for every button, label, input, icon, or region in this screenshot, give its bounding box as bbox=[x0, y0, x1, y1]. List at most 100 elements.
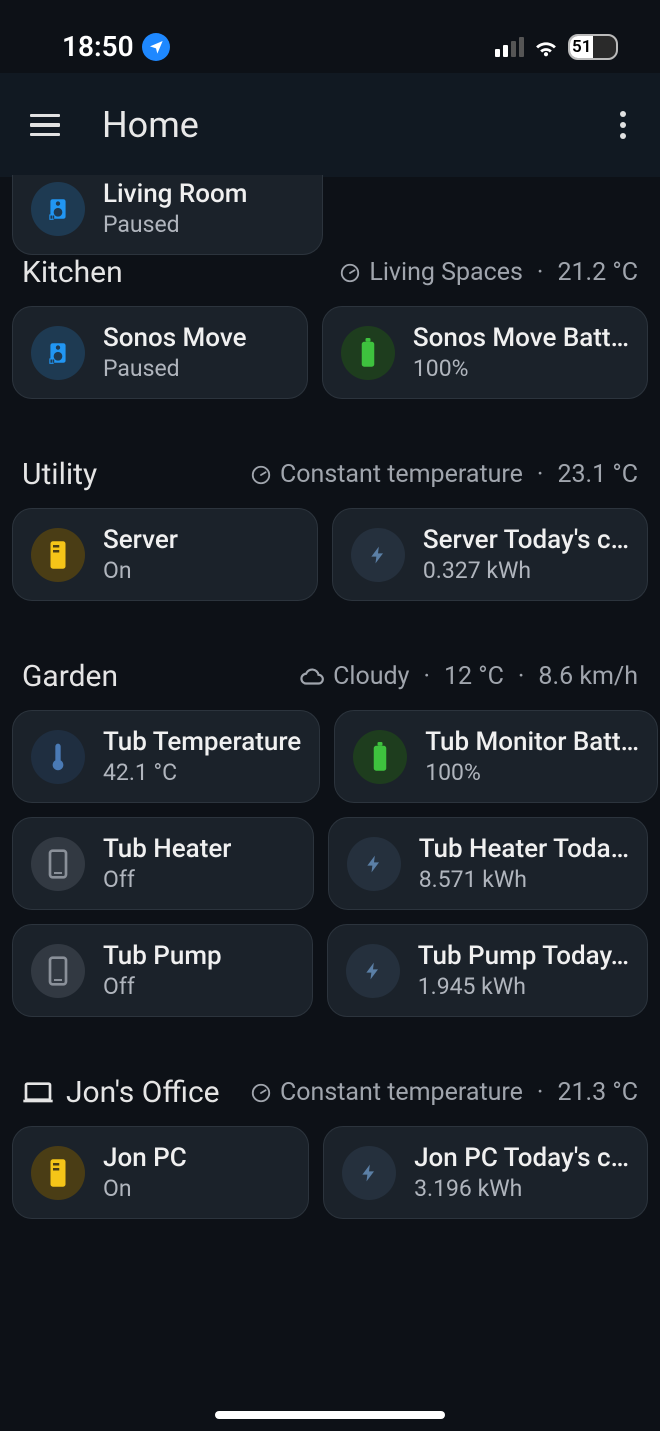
section-meta[interactable]: Constant temperature 23.1 °C bbox=[250, 460, 638, 489]
card-subtitle: 3.196 kWh bbox=[414, 1175, 629, 1202]
card-row: ServerOnServer Today's c…0.327 kWh bbox=[12, 508, 648, 601]
speaker-icon bbox=[31, 182, 85, 236]
card-title: Tub Monitor Batt… bbox=[425, 727, 639, 757]
card-row: Jon PCOnJon PC Today's c…3.196 kWh bbox=[12, 1126, 648, 1219]
card-subtitle: 0.327 kWh bbox=[423, 557, 629, 584]
entity-card[interactable]: Tub PumpOff bbox=[12, 924, 313, 1017]
section-meta-value: 21.2 °C bbox=[557, 258, 638, 287]
battery-indicator: 51 bbox=[568, 34, 618, 60]
section-title[interactable]: Jon's Office bbox=[22, 1075, 220, 1110]
lightning-icon bbox=[347, 837, 401, 891]
card-subtitle: Paused bbox=[103, 211, 247, 238]
section-meta-text: Constant temperature bbox=[280, 460, 523, 489]
cloud-icon bbox=[299, 667, 325, 687]
entity-card[interactable]: Sonos Move Batt…100% bbox=[322, 306, 648, 399]
card-subtitle: Off bbox=[103, 973, 222, 1000]
entity-card[interactable]: ServerOn bbox=[12, 508, 318, 601]
section-meta-text: Living Spaces bbox=[369, 258, 523, 287]
card-title: Tub Heater Toda… bbox=[419, 834, 629, 864]
section-jons-office: Jon's OfficeConstant temperature21.3 °CJ… bbox=[12, 1075, 648, 1219]
card-subtitle: 1.945 kWh bbox=[418, 973, 629, 1000]
location-icon bbox=[142, 33, 170, 61]
battery-icon bbox=[341, 326, 395, 380]
section-meta[interactable]: Cloudy12 °C8.6 km/h bbox=[299, 662, 638, 691]
entity-card[interactable]: Tub Heater Toda…8.571 kWh bbox=[328, 817, 648, 910]
section-garden: Garden Cloudy12 °C8.6 km/h Tub Temperature… bbox=[12, 659, 648, 1017]
server-icon bbox=[31, 1146, 85, 1200]
lightning-icon bbox=[342, 1146, 396, 1200]
card-title: Tub Pump Today… bbox=[418, 941, 629, 971]
card-title: Sonos Move bbox=[103, 323, 247, 353]
gauge-icon bbox=[339, 262, 361, 284]
entity-card[interactable]: Jon PC Today's c…3.196 kWh bbox=[323, 1126, 648, 1219]
card-title: Server bbox=[103, 525, 178, 555]
card-title: Jon PC bbox=[103, 1143, 187, 1173]
section-header: Utility Constant temperature 23.1 °C bbox=[12, 457, 648, 508]
speaker-icon bbox=[31, 326, 85, 380]
laptop-icon bbox=[22, 1081, 54, 1105]
entity-card[interactable]: Tub Pump Today…1.945 kWh bbox=[327, 924, 648, 1017]
page-title: Home bbox=[102, 104, 199, 146]
section-title[interactable]: Garden bbox=[22, 659, 118, 694]
section-meta[interactable]: Constant temperature 21.3 °C bbox=[250, 1078, 638, 1107]
section-meta[interactable]: Living Spaces 21.2 °C bbox=[339, 258, 638, 287]
content-area: Living Room Paused Kitchen Living Spaces 2… bbox=[0, 175, 660, 1245]
card-subtitle: On bbox=[103, 557, 178, 584]
device-icon bbox=[31, 837, 85, 891]
wifi-icon bbox=[532, 36, 560, 58]
card-title: Server Today's c… bbox=[423, 525, 629, 555]
section-meta-value: 21.3 °C bbox=[557, 1078, 638, 1107]
battery-icon bbox=[353, 730, 407, 784]
card-subtitle: On bbox=[103, 1175, 187, 1202]
card-subtitle: 42.1 °C bbox=[103, 759, 301, 786]
section-header: Kitchen Living Spaces 21.2 °C bbox=[12, 255, 648, 306]
card-row: Tub HeaterOffTub Heater Toda…8.571 kWh bbox=[12, 817, 648, 910]
entity-card[interactable]: Tub Monitor Batt…100% bbox=[334, 710, 658, 803]
card-title: Tub Pump bbox=[103, 941, 222, 971]
cellular-icon bbox=[495, 37, 524, 57]
section-header: Garden Cloudy12 °C8.6 km/h bbox=[12, 659, 648, 710]
entity-card[interactable]: Jon PCOn bbox=[12, 1126, 309, 1219]
card-row: Sonos MovePausedSonos Move Batt…100% bbox=[12, 306, 648, 399]
gauge-icon bbox=[250, 1082, 272, 1104]
server-icon bbox=[31, 528, 85, 582]
card-title: Living Room bbox=[103, 179, 247, 209]
section-title[interactable]: Kitchen bbox=[22, 255, 123, 290]
lightning-icon bbox=[351, 528, 405, 582]
card-title: Tub Heater bbox=[103, 834, 231, 864]
device-icon bbox=[31, 944, 85, 998]
section-title-text: Kitchen bbox=[22, 255, 123, 290]
home-indicator[interactable] bbox=[215, 1411, 445, 1419]
gauge-icon bbox=[250, 464, 272, 486]
section-meta-text: Cloudy bbox=[333, 662, 409, 691]
section-utility: Utility Constant temperature 23.1 °C Server… bbox=[12, 457, 648, 601]
thermometer-icon bbox=[31, 730, 85, 784]
entity-card-living-room[interactable]: Living Room Paused bbox=[12, 175, 323, 255]
section-title-text: Jon's Office bbox=[66, 1075, 220, 1110]
section-meta-value: 23.1 °C bbox=[557, 460, 638, 489]
entity-card[interactable]: Sonos MovePaused bbox=[12, 306, 308, 399]
status-time: 18:50 bbox=[62, 30, 134, 63]
section-title-text: Garden bbox=[22, 659, 118, 694]
section-meta-extra: 8.6 km/h bbox=[538, 662, 638, 691]
card-row: Tub Temperature42.1 °CTub Monitor Batt…1… bbox=[12, 710, 648, 803]
section-title[interactable]: Utility bbox=[22, 457, 97, 492]
lightning-icon bbox=[346, 944, 400, 998]
card-title: Tub Temperature bbox=[103, 727, 301, 757]
card-subtitle: Off bbox=[103, 866, 231, 893]
card-row: Tub PumpOffTub Pump Today…1.945 kWh bbox=[12, 924, 648, 1017]
app-header: Home bbox=[0, 73, 660, 177]
section-meta-text: Constant temperature bbox=[280, 1078, 523, 1107]
card-title: Sonos Move Batt… bbox=[413, 323, 629, 353]
card-subtitle: 100% bbox=[413, 355, 629, 382]
more-options-button[interactable] bbox=[612, 103, 634, 147]
menu-button[interactable] bbox=[30, 114, 60, 137]
entity-card[interactable]: Tub Temperature42.1 °C bbox=[12, 710, 320, 803]
section-kitchen: Kitchen Living Spaces 21.2 °C Sonos MovePau… bbox=[12, 255, 648, 399]
entity-card[interactable]: Tub HeaterOff bbox=[12, 817, 314, 910]
card-subtitle: Paused bbox=[103, 355, 247, 382]
card-subtitle: 8.571 kWh bbox=[419, 866, 629, 893]
section-header: Jon's Office Constant temperature 21.3 °C bbox=[12, 1075, 648, 1126]
section-title-text: Utility bbox=[22, 457, 97, 492]
entity-card[interactable]: Server Today's c…0.327 kWh bbox=[332, 508, 648, 601]
